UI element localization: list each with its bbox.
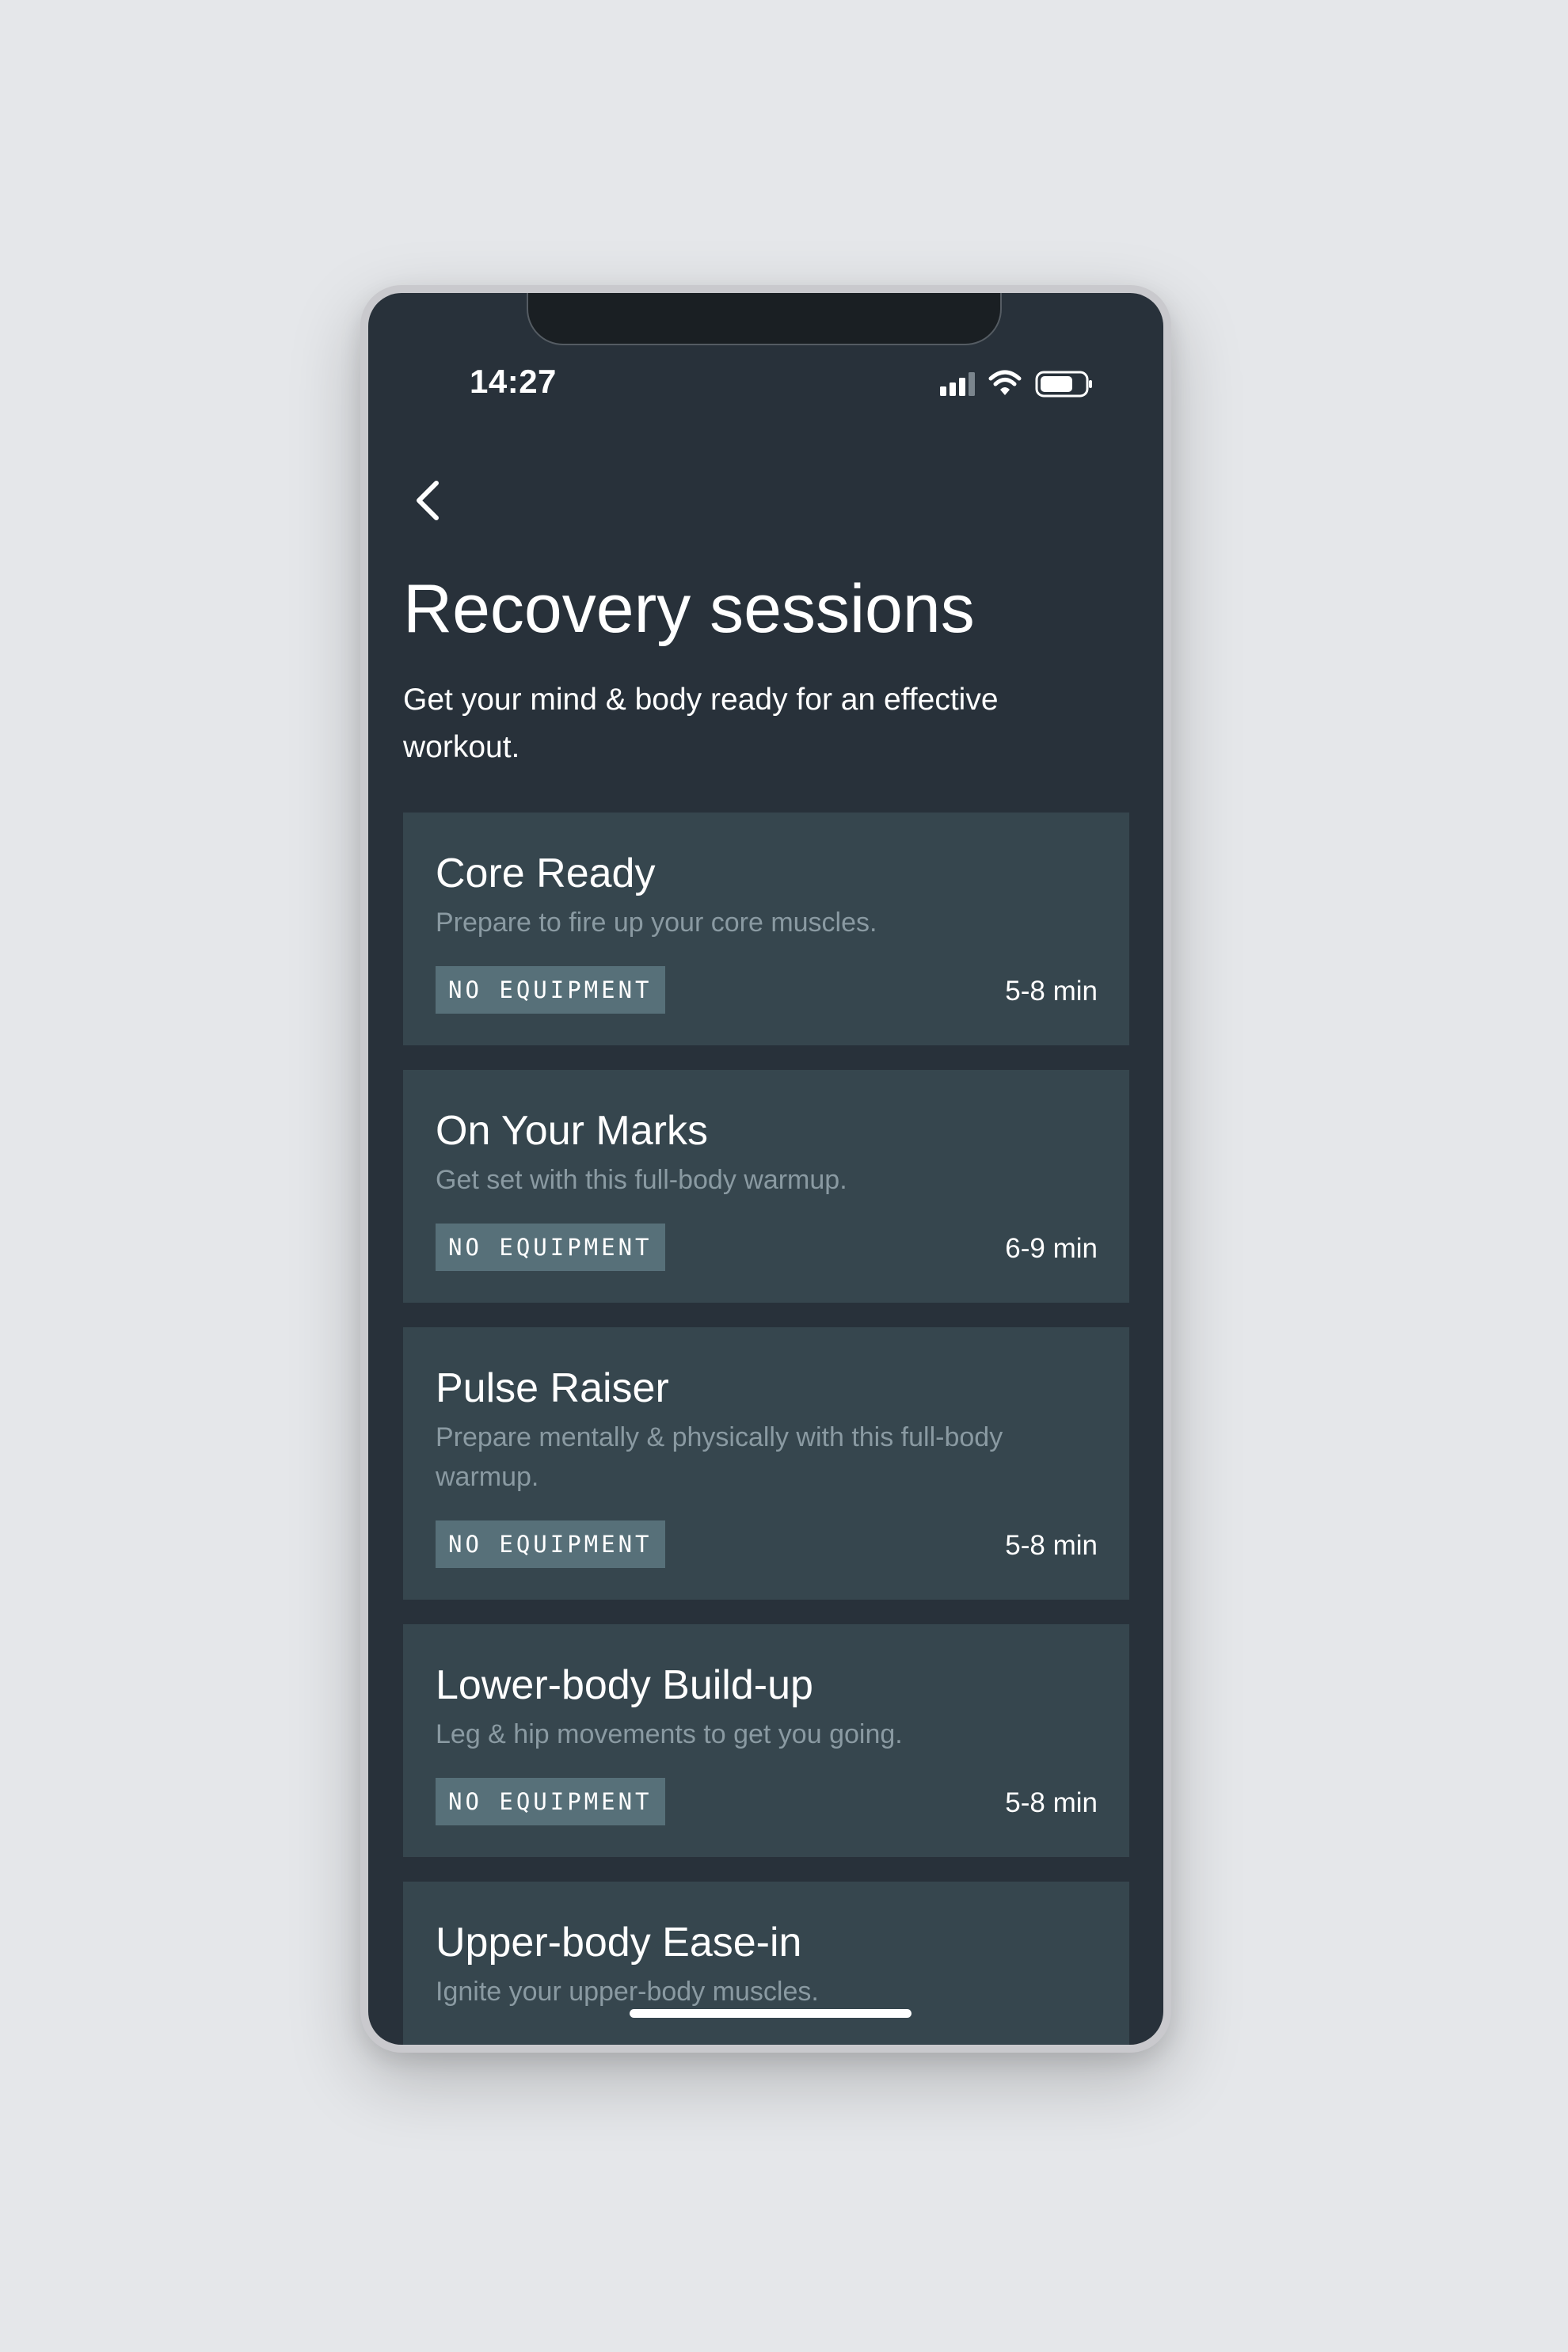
session-description: Get set with this full-body warmup. xyxy=(436,1165,847,1195)
session-card-lower-body-build-up[interactable]: Lower-body Build-up Leg & hip movements … xyxy=(403,1624,1129,1857)
battery-icon xyxy=(1035,371,1092,398)
session-title: Pulse Raiser xyxy=(436,1365,669,1411)
session-card-on-your-marks[interactable]: On Your Marks Get set with this full-bod… xyxy=(403,1070,1129,1303)
session-list: Core Ready Prepare to fire up your core … xyxy=(403,813,1129,2045)
equipment-badge: NO EQUIPMENT xyxy=(436,1224,665,1271)
signal-icon xyxy=(940,372,975,396)
session-footer: NO EQUIPMENT 5-8 min xyxy=(436,966,1098,1014)
session-footer: NO EQUIPMENT 6-9 min xyxy=(436,1224,1098,1271)
session-description: Ignite your upper-body muscles. xyxy=(436,1977,819,2007)
session-title: On Your Marks xyxy=(436,1108,708,1154)
equipment-badge: NO EQUIPMENT xyxy=(436,1520,665,1568)
session-title: Lower-body Build-up xyxy=(436,1662,813,1708)
session-card-core-ready[interactable]: Core Ready Prepare to fire up your core … xyxy=(403,813,1129,1045)
session-duration: 5-8 min xyxy=(1005,1787,1098,1818)
home-indicator[interactable] xyxy=(630,2009,911,2018)
session-footer xyxy=(436,2035,1098,2045)
page-subtitle: Get your mind & body ready for an effect… xyxy=(403,683,999,764)
phone-frame: 14:27 Recovery sessions Get your mind & … xyxy=(360,285,1171,2053)
back-button[interactable] xyxy=(402,469,457,532)
session-card-pulse-raiser[interactable]: Pulse Raiser Prepare mentally & physical… xyxy=(403,1327,1129,1600)
wifi-icon xyxy=(988,370,1022,395)
page-title: Recovery sessions xyxy=(403,571,975,647)
session-description: Leg & hip movements to get you going. xyxy=(436,1719,903,1749)
session-description: Prepare mentally & physically with this … xyxy=(436,1422,1003,1492)
device-notch xyxy=(527,293,1002,345)
session-duration: 5-8 min xyxy=(1005,976,1098,1007)
session-title: Core Ready xyxy=(436,851,656,896)
chevron-left-icon xyxy=(417,481,439,520)
session-card-upper-body-ease-in[interactable]: Upper-body Ease-in Ignite your upper-bod… xyxy=(403,1882,1129,2045)
equipment-badge: NO EQUIPMENT xyxy=(436,1778,665,1825)
status-icons xyxy=(940,370,1092,398)
session-duration: 6-9 min xyxy=(1005,1233,1098,1264)
session-footer: NO EQUIPMENT 5-8 min xyxy=(436,1520,1098,1568)
equipment-badge: NO EQUIPMENT xyxy=(436,966,665,1014)
session-duration: 5-8 min xyxy=(1005,1530,1098,1561)
app-screen: 14:27 Recovery sessions Get your mind & … xyxy=(368,293,1163,2045)
session-footer: NO EQUIPMENT 5-8 min xyxy=(436,1778,1098,1825)
status-time: 14:27 xyxy=(470,363,557,400)
session-title: Upper-body Ease-in xyxy=(436,1920,802,1966)
session-description: Prepare to fire up your core muscles. xyxy=(436,908,877,938)
